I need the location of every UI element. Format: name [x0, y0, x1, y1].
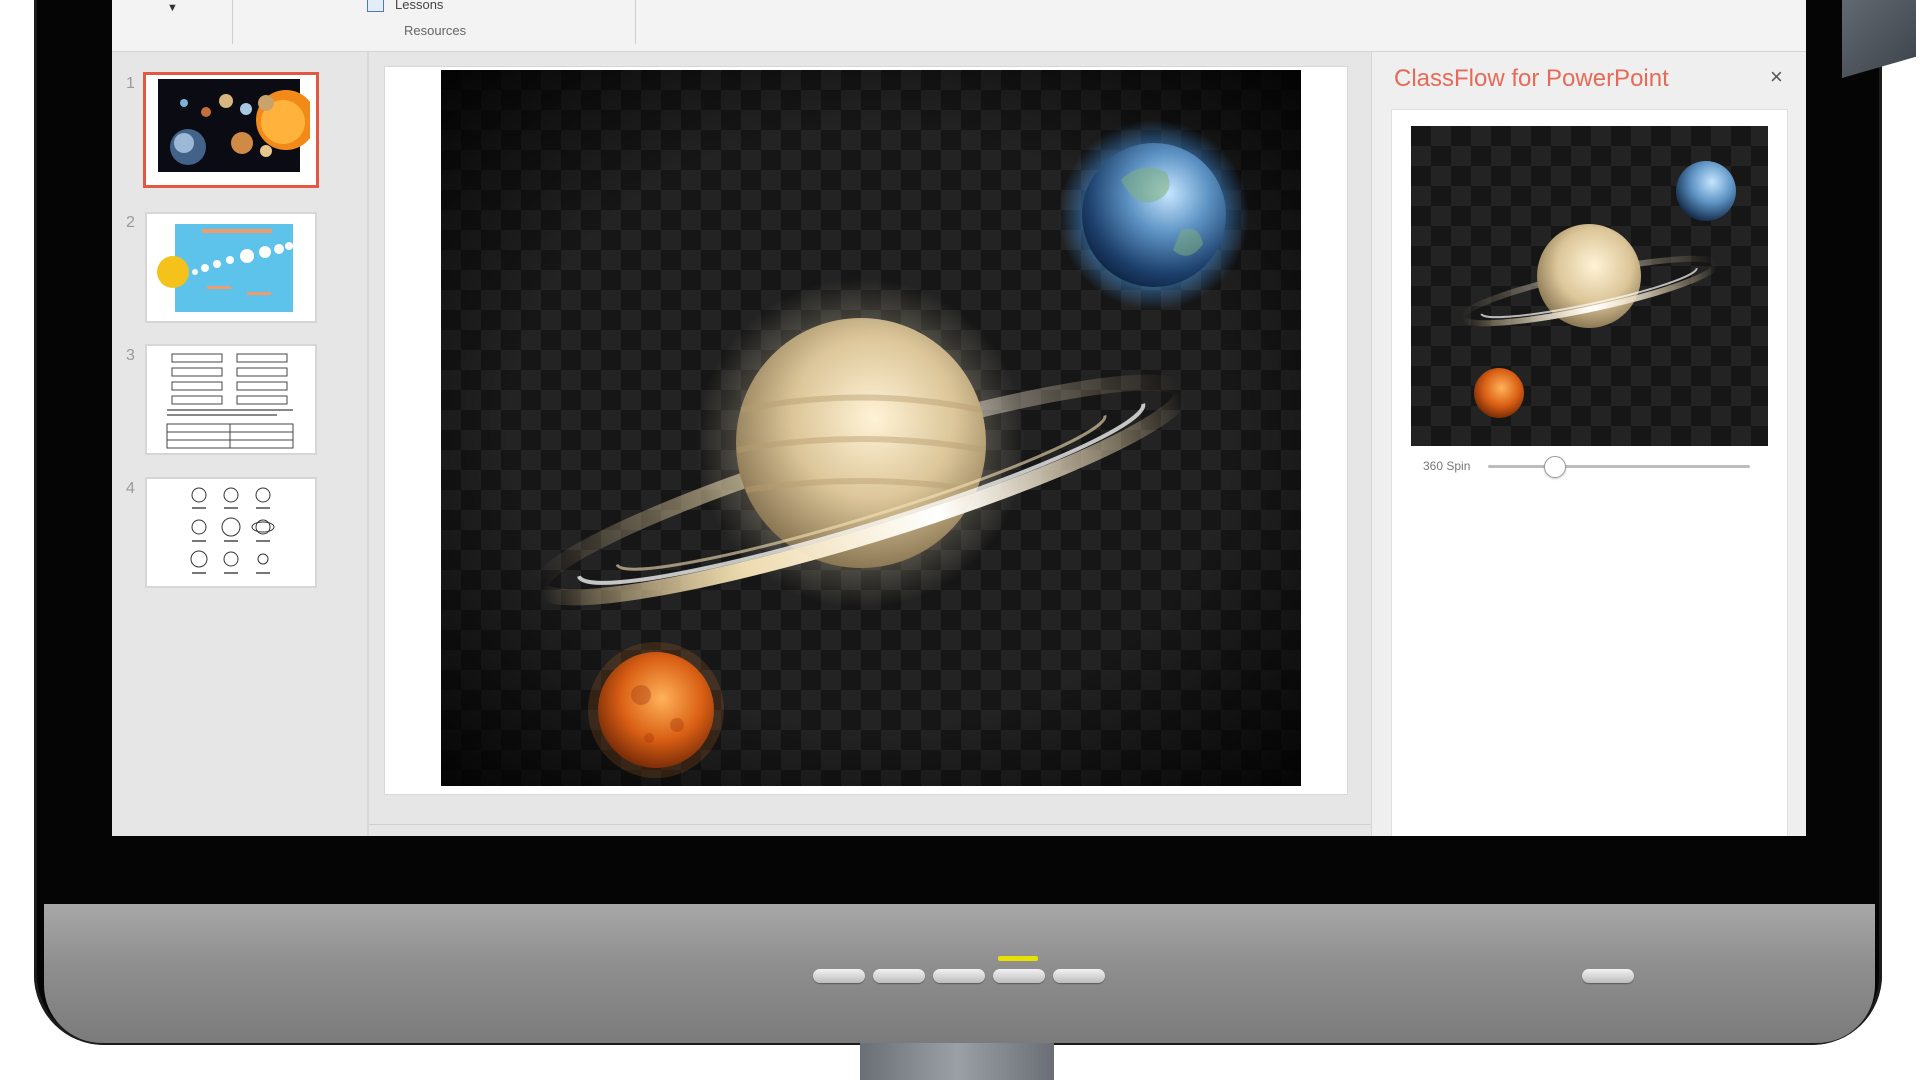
indicator-light: [998, 956, 1038, 961]
spin-slider-handle[interactable]: [1543, 456, 1566, 478]
slide-editing-area: [369, 52, 1371, 836]
slide-thumbnail-3[interactable]: [145, 344, 317, 455]
close-icon[interactable]: ×: [1770, 66, 1783, 88]
spin-slider-label: 360 Spin: [1423, 459, 1471, 473]
thumb-number: 4: [126, 480, 135, 497]
lessons-icon[interactable]: [367, 0, 384, 12]
monitor-button-1[interactable]: [813, 969, 865, 983]
thumb-number: 1: [126, 75, 135, 92]
slide-thumbnail-2[interactable]: [145, 212, 317, 323]
resources-group-label: Resources: [404, 23, 467, 38]
notes-divider[interactable]: [369, 824, 1371, 825]
monitor-power-button[interactable]: [1582, 969, 1634, 983]
bezel-reflection: [1842, 0, 1916, 78]
monitor-button-3[interactable]: [933, 969, 985, 983]
task-pane-title: ClassFlow for PowerPoint: [1394, 65, 1669, 92]
chevron-down-icon[interactable]: ▼: [167, 2, 178, 14]
thumb-number: 3: [126, 347, 135, 364]
monitor-button-4[interactable]: [993, 969, 1045, 983]
task-pane-content: 360 Spin: [1391, 109, 1788, 836]
slide-thumbnail-4[interactable]: [145, 477, 317, 588]
ribbon-separator: [635, 0, 636, 44]
monitor-button-2[interactable]: [873, 969, 925, 983]
spin-slider-track[interactable]: [1488, 465, 1750, 468]
thumbnail-image-solar-system: [158, 79, 316, 172]
thumbnail-image-planet-diagram: [157, 224, 293, 312]
preview-planets-illustration: [1458, 161, 1736, 418]
slide-thumbnails-pane: 1 2 3 4: [112, 52, 367, 836]
slide-thumbnail-1[interactable]: [143, 72, 319, 188]
classflow-task-pane: ClassFlow for PowerPoint × 360 Spin: [1371, 52, 1806, 836]
powerpoint-window: ▼ Lessons Resources 1 2 3 4 ClassFlow fo…: [112, 0, 1806, 836]
thumb-number: 2: [126, 214, 135, 231]
ribbon: ▼ Lessons Resources: [112, 0, 1806, 52]
monitor-button-5[interactable]: [1053, 969, 1105, 983]
monitor-stand: [860, 1043, 1054, 1080]
thumbnail-image-worksheet: [166, 353, 294, 449]
space-image[interactable]: [441, 70, 1301, 786]
current-slide[interactable]: [384, 66, 1348, 795]
preview-image[interactable]: [1411, 126, 1768, 446]
lessons-button[interactable]: Lessons: [395, 0, 443, 12]
thumbnail-image-planet-icons: [190, 487, 275, 574]
planets-illustration: [441, 70, 1301, 786]
ribbon-separator: [232, 0, 233, 44]
